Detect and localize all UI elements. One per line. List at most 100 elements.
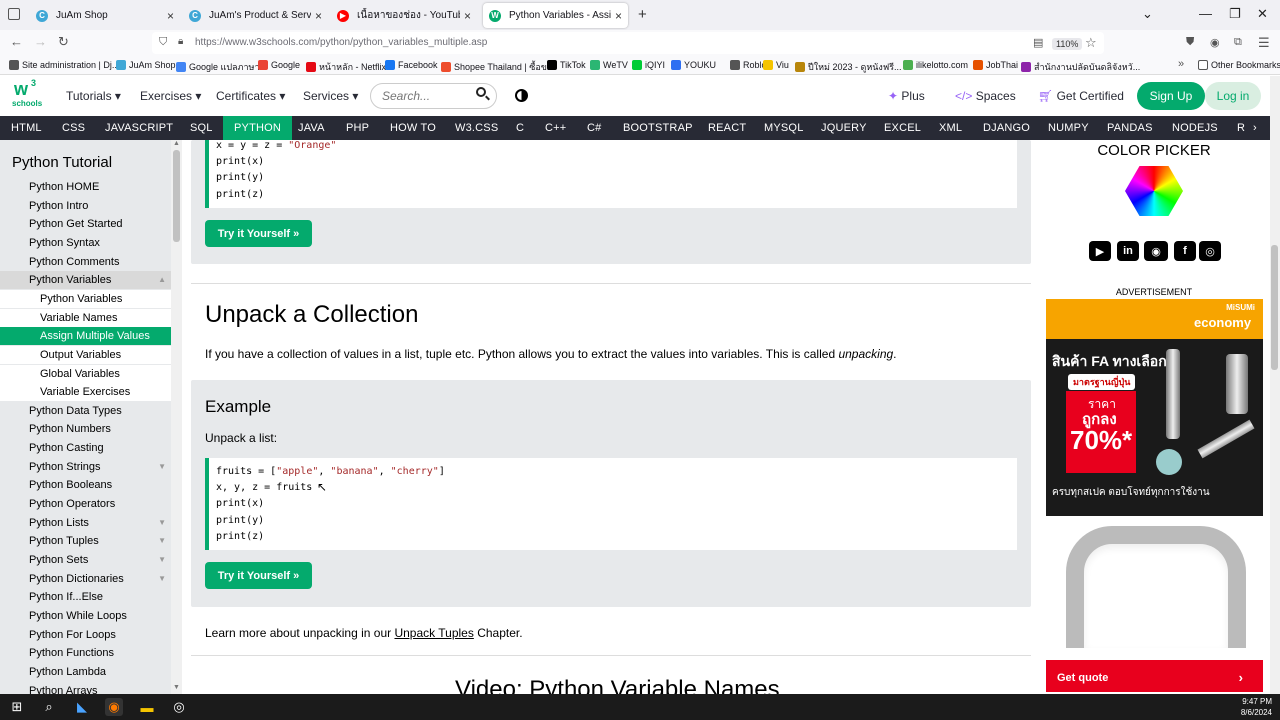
sidebar-subitem[interactable]: Python Variables	[0, 290, 171, 308]
bookmark-item[interactable]: Viu	[763, 60, 789, 70]
subject-c-[interactable]: C++	[545, 116, 566, 140]
menu-tutorials[interactable]: Tutorials ▾	[66, 89, 121, 103]
menu-services[interactable]: Services ▾	[303, 89, 358, 103]
subject-pandas[interactable]: PANDAS	[1107, 116, 1153, 140]
sidebar-item[interactable]: Python While Loops	[0, 607, 171, 625]
close-tab-icon[interactable]: ×	[464, 9, 471, 23]
color-wheel-icon[interactable]	[1125, 166, 1183, 216]
other-bookmarks[interactable]: Other Bookmarks	[1198, 60, 1280, 70]
bookmark-item[interactable]: Site administration | Dj...	[9, 60, 119, 70]
sidebar-item[interactable]: Python Sets ▼	[0, 551, 171, 569]
subject-bootstrap[interactable]: BOOTSTRAP	[623, 116, 693, 140]
bookmark-item[interactable]: JobThai	[973, 60, 1018, 70]
subject-nodejs[interactable]: NODEJS	[1172, 116, 1218, 140]
sidebar-item[interactable]: Python If...Else	[0, 588, 171, 606]
bookmark-item[interactable]: Shopee Thailand | ซื้อข...	[441, 60, 554, 74]
bookmarks-overflow-icon[interactable]: »	[1178, 58, 1184, 70]
sidebar-subitem[interactable]: Global Variables	[0, 365, 171, 383]
facebook-icon[interactable]: f	[1174, 241, 1196, 261]
new-tab-button[interactable]: +	[638, 6, 647, 23]
sidebar-item[interactable]: Python Tuples ▼	[0, 532, 171, 550]
restore-icon[interactable]: ❐	[1229, 6, 1241, 22]
bookmark-item[interactable]: Facebook	[385, 60, 438, 70]
subject-html[interactable]: HTML	[11, 116, 42, 140]
bookmark-item[interactable]: JuAm Shop	[116, 60, 176, 70]
bookmark-item[interactable]: YOUKU	[671, 60, 716, 70]
sidebar-item[interactable]: Python Operators	[0, 495, 171, 513]
sign-up-button[interactable]: Sign Up	[1137, 82, 1205, 110]
subject-javascript[interactable]: JAVASCRIPT	[105, 116, 173, 140]
subject-react[interactable]: REACT	[708, 116, 746, 140]
menu-certificates[interactable]: Certificates ▾	[216, 89, 285, 103]
subject-python[interactable]: PYTHON	[223, 116, 293, 140]
advertisement-image[interactable]	[1046, 518, 1263, 660]
sidebar-subitem[interactable]: Variable Exercises	[0, 383, 171, 401]
reader-view-icon[interactable]: ▤	[1033, 36, 1043, 49]
shield-icon[interactable]: ⛉	[159, 36, 167, 49]
sidebar-item[interactable]: Python Syntax	[0, 234, 171, 252]
subject-numpy[interactable]: NUMPY	[1048, 116, 1089, 140]
sidebar-item[interactable]: Python Lambda	[0, 663, 171, 681]
obs-icon[interactable]: ◎	[170, 698, 188, 716]
subject-java[interactable]: JAVA	[298, 116, 325, 140]
browser-tab[interactable]: W Python Variables - Assign Multi ×	[483, 3, 628, 28]
search-icon[interactable]	[476, 87, 490, 101]
subject-c-[interactable]: C#	[587, 116, 601, 140]
subject-mysql[interactable]: MYSQL	[764, 116, 804, 140]
close-tab-icon[interactable]: ×	[167, 9, 174, 23]
subject-excel[interactable]: EXCEL	[884, 116, 921, 140]
instagram-icon[interactable]: ◎	[1199, 241, 1221, 261]
browser-tab[interactable]: ▶ เนื้อหาของช่อง - YouTube Studio ×	[331, 3, 477, 28]
close-window-icon[interactable]: ✕	[1257, 6, 1268, 22]
bookmark-item[interactable]: สำนักงานปลัดบันดลิจังหวั...	[1021, 60, 1140, 74]
bookmark-item[interactable]: Google	[258, 60, 300, 70]
page-scrollbar[interactable]	[1270, 76, 1280, 694]
sidebar-item[interactable]: Python HOME	[0, 178, 171, 196]
subject-jquery[interactable]: JQUERY	[821, 116, 867, 140]
bookmark-item[interactable]: TikTok	[547, 60, 586, 70]
sidebar-item[interactable]: Python Intro	[0, 197, 171, 215]
get-certified-link[interactable]: 🛒︎ Get Certified	[1038, 89, 1124, 103]
account-icon[interactable]: ◉	[1210, 36, 1220, 49]
taskbar-app-icon[interactable]: ◣	[73, 698, 91, 716]
sidebar-subitem[interactable]: Variable Names	[0, 309, 171, 327]
zoom-level[interactable]: 110%	[1052, 38, 1083, 50]
sidebar-item[interactable]: Python Casting	[0, 439, 171, 457]
w3schools-logo[interactable]: w 3 schools	[12, 78, 42, 110]
pocket-icon[interactable]: ⛊	[1186, 36, 1194, 49]
sidebar-scroll-up-icon[interactable]: ▲	[173, 140, 180, 147]
unpack-tuples-link[interactable]: Unpack Tuples	[394, 626, 473, 640]
try-it-yourself-button[interactable]: Try it Yourself »	[205, 220, 312, 247]
subject-r[interactable]: R	[1237, 116, 1245, 140]
browser-tab[interactable]: C JuAm Shop ×	[30, 3, 180, 28]
firefox-icon[interactable]: ◉	[105, 698, 123, 716]
windows-start-icon[interactable]: ⊞	[8, 698, 26, 716]
sidebar-item[interactable]: Python Booleans	[0, 476, 171, 494]
advertisement-banner[interactable]: MiSUMi economy สินค้า FA ทางเลือก มาตรฐา…	[1046, 299, 1263, 516]
sidebar-item[interactable]: Python Comments	[0, 253, 171, 271]
try-it-yourself-button[interactable]: Try it Yourself »	[205, 562, 312, 589]
linkedin-icon[interactable]: in	[1117, 241, 1139, 261]
sidebar-item[interactable]: Python Variables ▲	[0, 271, 171, 289]
sidebar-item[interactable]: Python Functions	[0, 644, 171, 662]
log-in-button[interactable]: Log in	[1205, 82, 1261, 110]
bookmark-item[interactable]: WeTV	[590, 60, 628, 70]
subject-sql[interactable]: SQL	[190, 116, 213, 140]
close-tab-icon[interactable]: ×	[615, 9, 622, 23]
bookmark-item[interactable]: ilikelotto.com	[903, 60, 968, 70]
sidebar-scroll-down-icon[interactable]: ▼	[173, 684, 180, 691]
plus-link[interactable]: ✦ Plus	[888, 89, 925, 103]
menu-exercises[interactable]: Exercises ▾	[140, 89, 201, 103]
bookmark-star-icon[interactable]: ☆	[1085, 35, 1097, 51]
back-icon[interactable]: ←	[10, 34, 23, 49]
get-quote-button[interactable]: Get quote ›	[1046, 660, 1263, 692]
sidebar-item[interactable]: Python Get Started	[0, 215, 171, 233]
dark-mode-icon[interactable]	[515, 89, 528, 102]
forward-icon[interactable]: →	[34, 34, 47, 49]
sidebar-item[interactable]: Python Strings ▼	[0, 458, 171, 476]
bookmark-item[interactable]: หน้าหลัก - Netflix	[306, 60, 386, 74]
sidebar-scroll-thumb[interactable]	[173, 150, 180, 242]
lock-icon[interactable]: 🔒︎	[178, 36, 183, 47]
sidebar-item[interactable]: Python Lists ▼	[0, 514, 171, 532]
subject-xml[interactable]: XML	[939, 116, 962, 140]
